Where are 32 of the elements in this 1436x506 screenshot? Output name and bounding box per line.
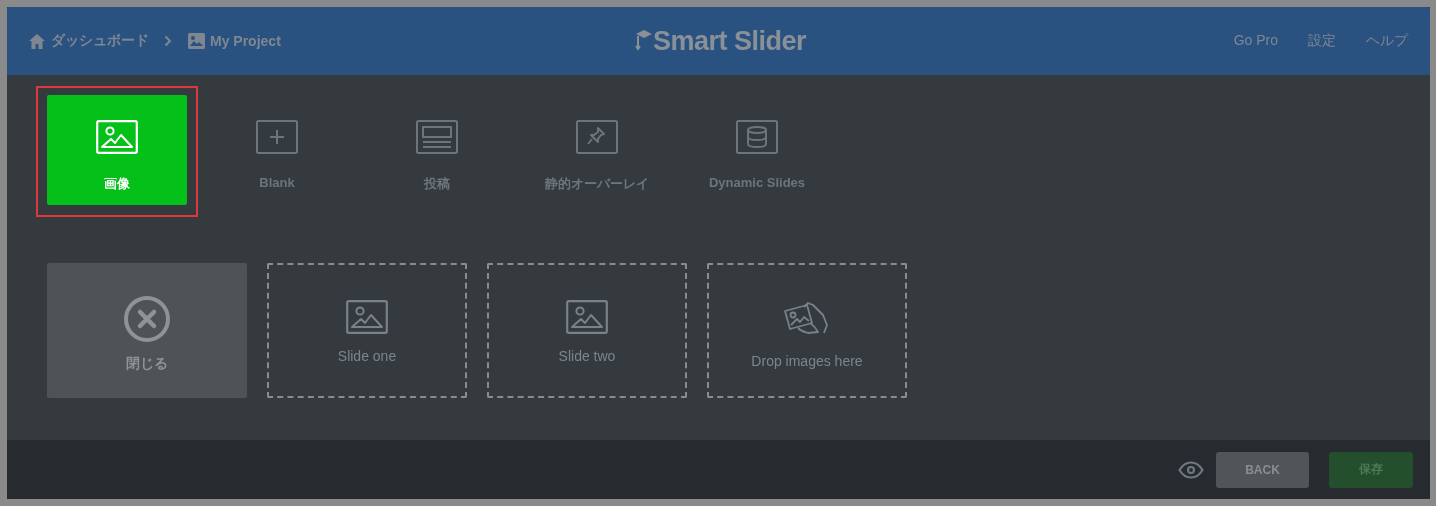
image-icon (566, 300, 608, 334)
close-icon (123, 295, 171, 343)
slide-type-button[interactable]: 投稿 (367, 95, 507, 205)
breadcrumb-link[interactable]: My Project (188, 33, 281, 49)
nav-link[interactable]: ヘルプ (1366, 32, 1408, 50)
nav-link[interactable]: Go Pro (1233, 32, 1278, 50)
image-icon (188, 33, 205, 49)
back-button[interactable]: BACK (1216, 451, 1309, 488)
breadcrumb-link[interactable]: ダッシュボード (28, 32, 149, 50)
slide-card[interactable]: Slide two (487, 263, 687, 398)
drop-zone[interactable]: Drop images here (707, 263, 907, 398)
image-icon (346, 300, 388, 334)
slide-type-button[interactable]: 静的オーバーレイ (527, 95, 667, 205)
slide-type-button[interactable]: 画像 (47, 95, 187, 205)
logo-text: Smart Slider (653, 27, 807, 55)
plus-icon (256, 120, 298, 154)
database-icon (736, 120, 778, 154)
card-label: Slide two (558, 348, 616, 364)
image-icon (96, 120, 138, 154)
eye-icon[interactable] (1178, 460, 1204, 479)
nav-link[interactable]: 設定 (1308, 32, 1336, 50)
slide-type-button[interactable]: Blank (207, 95, 347, 205)
card-label: Drop images here (751, 353, 863, 369)
home-icon (28, 32, 46, 50)
chevron-right-icon (164, 35, 172, 47)
slide-type-button[interactable]: Dynamic Slides (687, 95, 827, 205)
close-card[interactable]: 閉じる (47, 263, 247, 398)
slide-card[interactable]: Slide one (267, 263, 467, 398)
article-icon (416, 120, 458, 154)
pin-icon (576, 120, 618, 154)
card-label: 閉じる (126, 355, 168, 373)
card-label: Slide one (337, 348, 397, 364)
